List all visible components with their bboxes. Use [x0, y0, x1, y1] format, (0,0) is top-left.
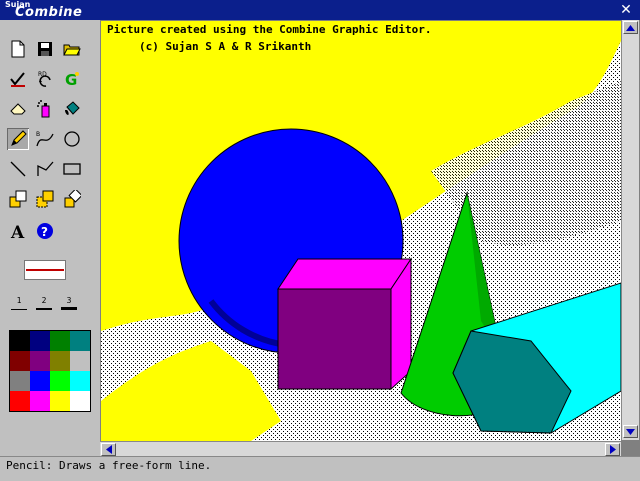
color-swatch[interactable] — [10, 391, 30, 411]
canvas-caption-line1: Picture created using the Combine Graphi… — [107, 23, 432, 36]
line-width-1-label: 1 — [16, 296, 22, 305]
svg-text:B: B — [36, 131, 40, 138]
copy-block-icon[interactable] — [7, 188, 29, 210]
artwork — [101, 41, 621, 441]
color-swatch[interactable] — [50, 331, 70, 351]
color-swatch[interactable] — [50, 351, 70, 371]
line-width-2[interactable]: 2 — [35, 296, 53, 310]
color-swatch[interactable] — [70, 351, 90, 371]
line-color-preview[interactable] — [24, 260, 66, 280]
color-swatch[interactable] — [10, 371, 30, 391]
text-icon[interactable]: A — [7, 220, 29, 242]
color-swatch[interactable] — [50, 371, 70, 391]
svg-text:A: A — [10, 223, 25, 240]
paint-bucket-icon[interactable] — [61, 98, 83, 120]
rectangle-icon[interactable] — [61, 158, 83, 180]
canvas-frame: Picture created using the Combine Graphi… — [100, 20, 640, 457]
circle-icon[interactable] — [61, 128, 83, 150]
scroll-down-icon[interactable] — [623, 425, 638, 438]
app-logo: Sujan Combine — [5, 0, 82, 20]
scroll-left-icon[interactable] — [101, 443, 116, 456]
graphic-g-icon[interactable]: G — [61, 68, 83, 90]
canvas-caption-line2: (c) Sujan S A & R Srikanth — [139, 40, 312, 53]
color-swatch[interactable] — [70, 391, 90, 411]
close-icon[interactable]: ✕ — [618, 2, 634, 18]
rotate-block-icon[interactable] — [61, 188, 83, 210]
save-disk-icon[interactable] — [34, 38, 56, 60]
color-swatch[interactable] — [30, 351, 50, 371]
line-icon[interactable] — [7, 158, 29, 180]
scroll-up-icon[interactable] — [623, 21, 638, 34]
color-swatch[interactable] — [30, 371, 50, 391]
color-palette — [9, 330, 91, 412]
color-swatch[interactable] — [30, 391, 50, 411]
open-folder-icon[interactable] — [61, 38, 83, 60]
undo-redo-icon[interactable]: RD — [34, 68, 56, 90]
svg-text:?: ? — [41, 225, 48, 239]
help-icon[interactable]: ? — [34, 220, 56, 242]
color-swatch[interactable] — [70, 371, 90, 391]
status-text: Pencil: Draws a free-form line. — [6, 459, 212, 472]
line-width-1-bar — [11, 309, 27, 310]
color-swatch[interactable] — [10, 351, 30, 371]
pencil-icon[interactable] — [7, 128, 29, 150]
color-swatch[interactable] — [10, 331, 30, 351]
line-color-swatch — [26, 269, 64, 271]
color-swatch[interactable] — [70, 331, 90, 351]
color-swatch[interactable] — [50, 391, 70, 411]
polyline-icon[interactable] — [34, 158, 56, 180]
move-block-icon[interactable] — [34, 188, 56, 210]
scroll-right-icon[interactable] — [605, 443, 620, 456]
status-bar: Pencil: Draws a free-form line. — [0, 456, 640, 481]
spray-can-icon[interactable] — [34, 98, 56, 120]
drawing-canvas[interactable]: Picture created using the Combine Graphi… — [101, 21, 621, 441]
line-width-2-bar — [36, 308, 52, 310]
cube-top — [277, 258, 412, 290]
color-swatch[interactable] — [30, 331, 50, 351]
vertical-scrollbar[interactable] — [621, 20, 639, 440]
line-width-1[interactable]: 1 — [10, 296, 28, 310]
title-bar: Sujan Combine ✕ — [0, 0, 640, 20]
tool-panel: RD G B A ? 1 2 3 — [0, 20, 100, 456]
cube-front — [277, 288, 392, 390]
logo-main-text: Combine — [15, 5, 83, 20]
line-width-3[interactable]: 3 — [60, 296, 78, 310]
curve-icon[interactable]: B — [34, 128, 56, 150]
horizontal-scrollbar[interactable] — [100, 441, 621, 457]
eraser-icon[interactable] — [7, 98, 29, 120]
line-width-3-bar — [61, 307, 77, 310]
new-file-icon[interactable] — [7, 38, 29, 60]
checkmark-icon[interactable] — [7, 68, 29, 90]
line-width-3-label: 3 — [66, 296, 72, 305]
line-width-2-label: 2 — [41, 296, 47, 305]
